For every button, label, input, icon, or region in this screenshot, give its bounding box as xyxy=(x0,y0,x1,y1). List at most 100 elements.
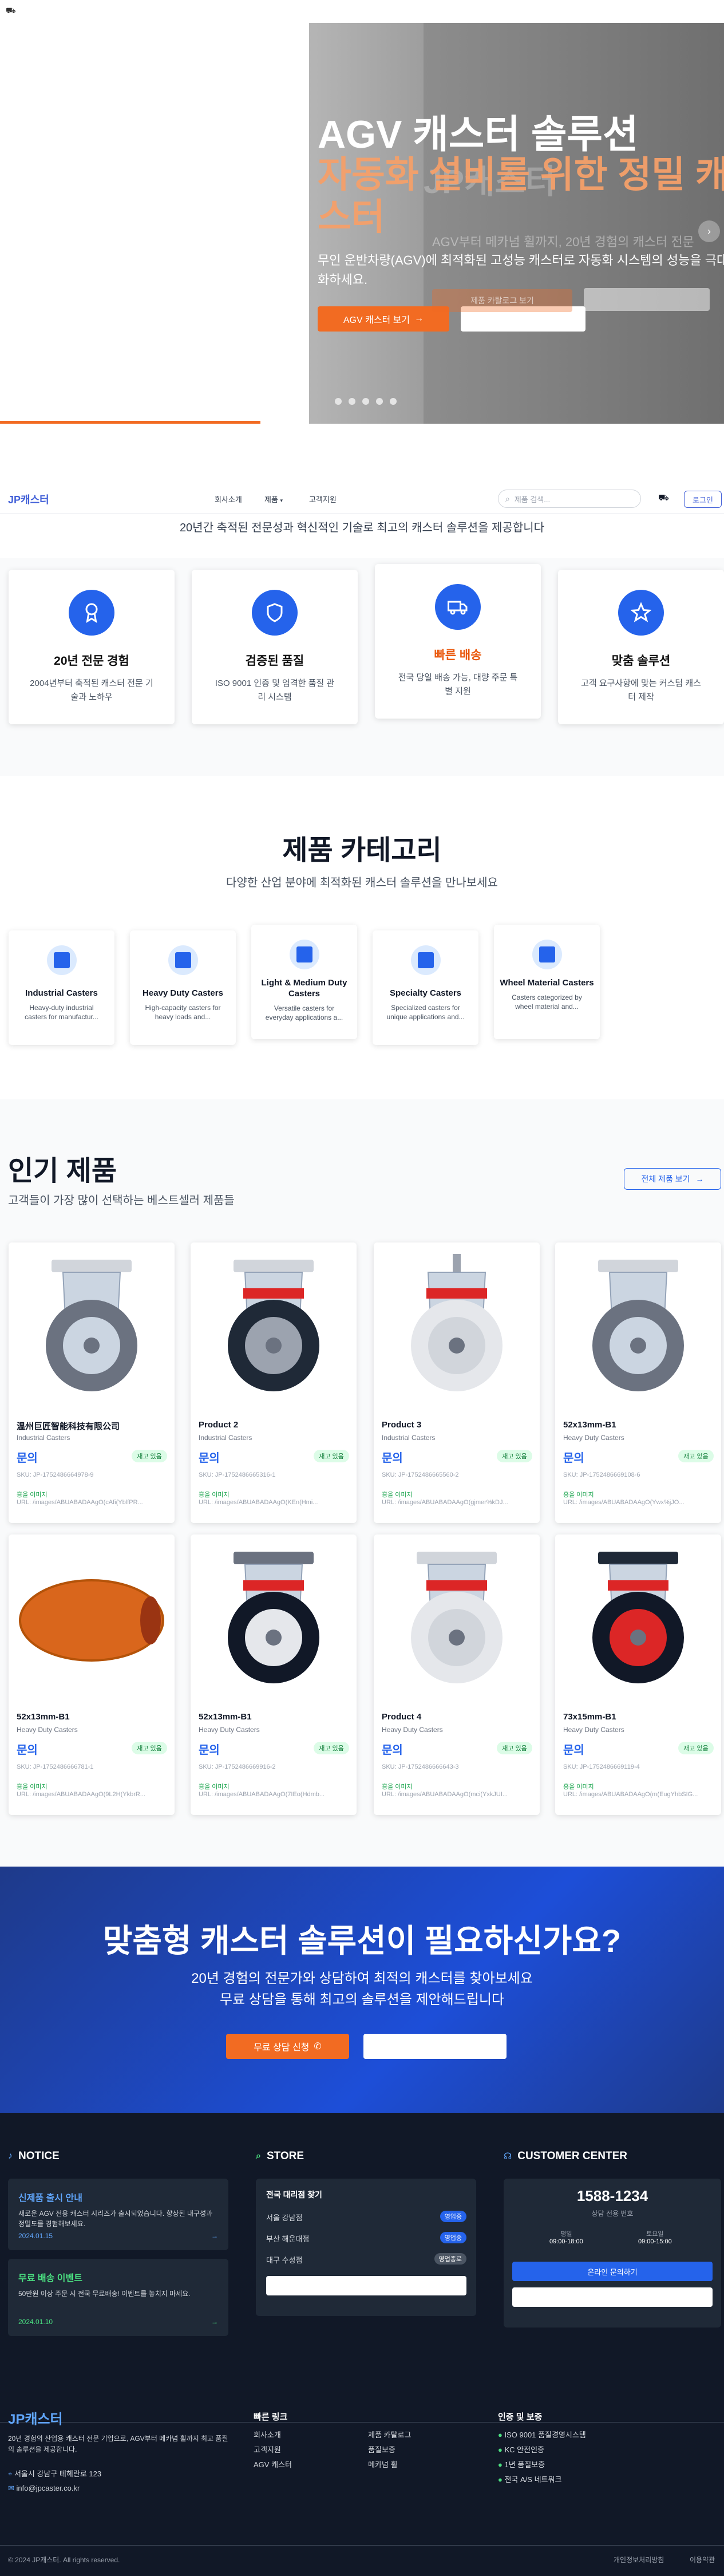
terms-link[interactable]: 이용약관 xyxy=(690,2555,715,2565)
store-row[interactable]: 대구 수성점 영업종료 xyxy=(266,2253,466,2265)
store-name: 부산 해운대점 xyxy=(266,2235,310,2243)
footer-logo: JP캐스터 xyxy=(8,2412,63,2427)
product-card[interactable]: Product 4 Heavy Duty Casters 문의 재고 있음 SK… xyxy=(374,1534,540,1815)
privacy-link[interactable]: 개인정보처리방침 xyxy=(614,2555,664,2565)
category-card[interactable]: Specialty Casters Specialized casters for… xyxy=(373,930,478,1045)
product-category: Heavy Duty Casters xyxy=(17,1726,78,1734)
nav-products-label: 제품 xyxy=(264,495,278,504)
arrow-right-icon: → xyxy=(695,1174,704,1184)
footer-address: ⌖ 서울시 강남구 테헤란로 123 xyxy=(8,2468,101,2479)
slide-dot[interactable] xyxy=(390,398,397,405)
notice-title: 신제품 출시 안내 xyxy=(18,2194,82,2203)
nav-products[interactable]: 제품 ▾ xyxy=(264,494,283,504)
product-image[interactable] xyxy=(9,1534,175,1701)
inquiry-secondary-button[interactable] xyxy=(512,2287,713,2307)
product-image[interactable] xyxy=(374,1242,540,1409)
star-icon xyxy=(618,590,664,636)
product-card[interactable]: 52x13mm-B1 Heavy Duty Casters 문의 재고 있음 S… xyxy=(191,1534,357,1815)
slide-dot[interactable] xyxy=(376,398,383,405)
hours-time: 09:00-15:00 xyxy=(638,2238,672,2245)
product-card[interactable]: 温州巨匠智能科技有限公司 Industrial Casters 문의 재고 있음… xyxy=(9,1242,175,1523)
product-image-label: 흥을 이미지 xyxy=(199,1492,230,1498)
product-url: URL: /images/ABUABADAAgO(mci(YxkJUI... xyxy=(382,1791,508,1798)
product-image[interactable] xyxy=(9,1242,175,1409)
notice-date: 2024.01.10 xyxy=(18,2318,53,2326)
feature-desc: ISO 9001 인증 및 엄격한 품질 관리 시스템 xyxy=(215,678,335,702)
product-url: URL: /images/ABUABADAAgO(cAfi(YblfPR... xyxy=(17,1499,143,1506)
search-input[interactable]: ⌕ 제품 검색... xyxy=(498,490,641,508)
product-card[interactable]: 52x13mm-B1 Heavy Duty Casters 문의 재고 있음 S… xyxy=(9,1534,175,1815)
cert-label: KC 안전인증 xyxy=(504,2445,544,2454)
feature-desc: 2004년부터 축적된 캐스터 전문 기술과 노하우 xyxy=(30,678,153,702)
category-desc: Heavy-duty industrial casters for manufa… xyxy=(25,1004,98,1021)
product-price: 문의 xyxy=(199,1744,220,1757)
quick-link[interactable]: 품질보증 xyxy=(368,2443,411,2457)
free-consult-button[interactable]: 무료 상담 신청 ✆ xyxy=(226,2034,349,2059)
next-slide-button[interactable]: › xyxy=(698,220,720,242)
category-card[interactable]: Wheel Material Casters Casters categorize… xyxy=(494,925,600,1039)
product-price: 문의 xyxy=(17,1744,38,1757)
arrow-right-icon: → xyxy=(211,2318,218,2326)
notice-card[interactable]: 무료 배송 이벤트 50만원 이상 주문 시 전국 무료배송! 이벤트를 놓치지… xyxy=(8,2259,228,2336)
notice-card[interactable]: 신제품 출시 안내 새로운 AGV 전용 캐스터 시리즈가 출시되었습니다. 향… xyxy=(8,2179,228,2250)
stock-badge: 재고 있음 xyxy=(132,1742,167,1754)
quick-link[interactable]: 제품 카탈로그 xyxy=(368,2428,411,2443)
footer-email[interactable]: ✉ info@jpcaster.co.kr xyxy=(8,2484,80,2493)
address-text: 서울시 강남구 테헤란로 123 xyxy=(14,2470,102,2478)
online-inquiry-button[interactable]: 온라인 문의하기 xyxy=(512,2262,713,2281)
store-status-badge: 영업중 xyxy=(440,2211,466,2222)
category-card[interactable]: Light & Medium Duty Casters Versatile cas… xyxy=(251,925,357,1039)
feature-card: 맞춤 솔루션 고객 요구사항에 맞는 커스텀 캐스터 제작 xyxy=(558,570,724,724)
feature-desc: 고객 요구사항에 맞는 커스텀 캐스터 제작 xyxy=(581,678,701,702)
cta-secondary-button[interactable] xyxy=(363,2034,507,2059)
cert-item: ● 1년 품질보증 xyxy=(498,2457,586,2472)
cart-icon[interactable]: ⛟ xyxy=(658,493,669,504)
find-store-button[interactable] xyxy=(266,2276,466,2295)
copyright: © 2024 JP캐스터. All rights reserved. xyxy=(8,2556,120,2564)
store-row[interactable]: 서울 강남점 영업중 xyxy=(266,2211,466,2223)
nav-company[interactable]: 회사소개 xyxy=(215,494,242,504)
feature-title: 맞춤 솔루션 xyxy=(611,654,671,668)
category-card[interactable]: Heavy Duty Casters High-capacity casters … xyxy=(130,930,236,1045)
product-url: URL: /images/ABUABADAAgO(gjmer%kDJ... xyxy=(382,1499,508,1506)
categories-title: 제품 카테고리 xyxy=(282,835,442,866)
product-card[interactable]: Product 3 Industrial Casters 문의 재고 있음 SK… xyxy=(374,1242,540,1523)
category-desc: High-capacity casters for heavy loads an… xyxy=(145,1004,221,1021)
product-card[interactable]: 52x13mm-B1 Heavy Duty Casters 문의 재고 있음 S… xyxy=(555,1242,721,1523)
intro-text: 20년간 축적된 전문성과 혁신적인 기술로 최고의 캐스터 솔루션을 제공합니… xyxy=(179,522,545,534)
product-name: 52x13mm-B1 xyxy=(17,1712,70,1722)
category-desc: Specialized casters for unique applicati… xyxy=(386,1004,465,1021)
quick-link[interactable]: 메카넘 휠 xyxy=(368,2457,411,2472)
product-image[interactable] xyxy=(374,1534,540,1701)
nav-support[interactable]: 고객지원 xyxy=(309,494,337,504)
top-bar: ⛟ xyxy=(0,0,724,23)
quick-link[interactable]: 회사소개 xyxy=(254,2428,292,2443)
dot-icon: ● xyxy=(498,2431,503,2439)
login-button[interactable]: 로그인 xyxy=(684,491,722,508)
category-name: Wheel Material Casters xyxy=(500,978,594,988)
slide-dot[interactable] xyxy=(362,398,369,405)
product-image[interactable] xyxy=(191,1534,357,1701)
customer-center-label: CUSTOMER CENTER xyxy=(517,2150,627,2162)
agv-caster-button[interactable]: AGV 캐스터 보기 → xyxy=(318,306,449,332)
quick-link[interactable]: AGV 캐스터 xyxy=(254,2457,292,2472)
cta-line-2: 무료 상담을 통해 최고의 솔루션을 제안해드립니다 xyxy=(219,1992,505,2007)
product-name: 温州巨匠智能科技有限公司 xyxy=(17,1422,120,1431)
category-card[interactable]: Industrial Casters Heavy-duty industrial … xyxy=(9,930,114,1045)
cart-icon[interactable]: ⛟ xyxy=(6,6,16,17)
customer-center-card: 1588-1234 상담 전용 번호 평일 09:00-18:00 토요일 09:0… xyxy=(504,2179,721,2328)
view-all-products-button[interactable]: 전체 제품 보기 → xyxy=(624,1168,721,1190)
product-card[interactable]: Product 2 Industrial Casters 문의 재고 있음 SK… xyxy=(191,1242,357,1523)
logo[interactable]: JP캐스터 xyxy=(8,492,49,507)
quick-link[interactable]: 고객지원 xyxy=(254,2443,292,2457)
product-image[interactable] xyxy=(555,1242,721,1409)
product-card[interactable]: 73x15mm-B1 Heavy Duty Casters 문의 재고 있음 S… xyxy=(555,1534,721,1815)
product-category: Industrial Casters xyxy=(17,1434,70,1442)
product-image[interactable] xyxy=(555,1534,721,1701)
slide-dot[interactable] xyxy=(335,398,342,405)
slide-dot[interactable] xyxy=(349,398,355,405)
product-category: Industrial Casters xyxy=(382,1434,436,1442)
store-row[interactable]: 부산 해운대점 영업중 xyxy=(266,2232,466,2244)
product-image[interactable] xyxy=(191,1242,357,1409)
product-category: Heavy Duty Casters xyxy=(563,1726,624,1734)
